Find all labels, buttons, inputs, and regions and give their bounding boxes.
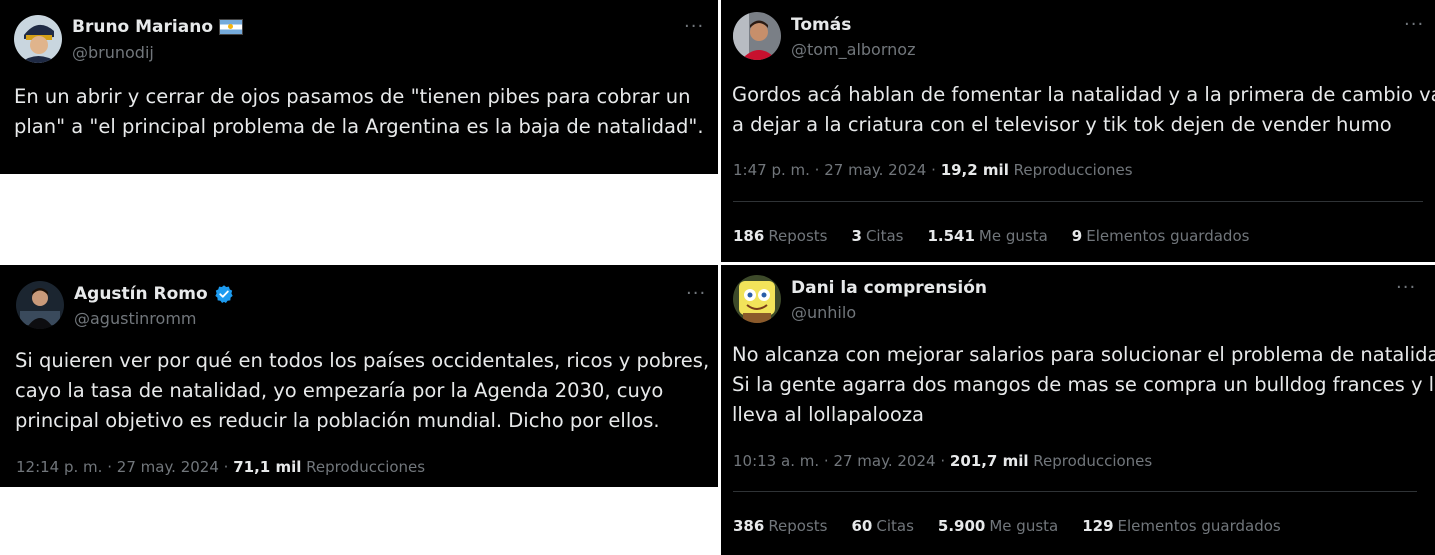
author-handle[interactable]: @unhilo	[791, 303, 856, 322]
tweet-time[interactable]: 1:47 p. m.	[733, 161, 810, 179]
tweet-date[interactable]: 27 may. 2024	[824, 161, 926, 179]
likes-count: 1.541	[927, 227, 975, 245]
reposts-count: 386	[733, 517, 765, 535]
tweet-text-line: Si la gente agarra dos mangos de mas se …	[732, 373, 1435, 396]
tweet-text: En un abrir y cerrar de ojos pasamos de …	[14, 82, 704, 142]
author-name[interactable]: Tomás	[791, 15, 851, 35]
bookmarks-label: Elementos guardados	[1086, 227, 1250, 245]
tweet-text-line: En un abrir y cerrar de ojos pasamos de …	[14, 85, 691, 108]
bookmarks-stat[interactable]: 9 Elementos guardados	[1072, 227, 1250, 245]
avatar[interactable]	[14, 15, 62, 63]
likes-count: 5.900	[937, 517, 986, 535]
quotes-count: 3	[851, 227, 862, 245]
tweet-text-line: No alcanza con mejorar salarios para sol…	[732, 343, 1435, 366]
avatar[interactable]	[16, 281, 64, 329]
tweet-time[interactable]: 10:13 a. m.	[733, 452, 819, 470]
tweet-meta: 10:13 a. m. · 27 may. 2024 · 201,7 mil R…	[733, 452, 1152, 470]
avatar[interactable]	[733, 12, 781, 60]
tweet-meta: 12:14 p. m. · 27 may. 2024 · 71,1 mil Re…	[16, 458, 425, 476]
view-label: Reproducciones	[1033, 452, 1153, 470]
bookmarks-count: 129	[1082, 517, 1114, 535]
quotes-label: Citas	[865, 227, 904, 245]
tweet-text: Gordos acá hablan de fomentar la natalid…	[732, 80, 1435, 140]
tweet-card[interactable]: Agustín Romo @agustinromm ··· Si quieren…	[0, 265, 718, 487]
tweet-text-line: lleva al lollapalooza	[732, 403, 925, 426]
tweet-text: No alcanza con mejorar salarios para sol…	[732, 340, 1435, 430]
tweet-text-line: principal objetivo es reducir la poblaci…	[15, 409, 660, 432]
meta-separator: ·	[823, 452, 829, 470]
author-name-text: Dani la comprensión	[791, 278, 988, 298]
author-handle[interactable]: @agustinromm	[74, 309, 196, 328]
tweet-card[interactable]: Tomás @tom_albornoz ··· Gordos acá habla…	[721, 0, 1435, 262]
bookmarks-stat[interactable]: 129 Elementos guardados	[1082, 517, 1281, 535]
meta-separator: ·	[931, 161, 936, 179]
likes-stat[interactable]: 1.541 Me gusta	[927, 227, 1047, 245]
quotes-stat[interactable]: 60 Citas	[852, 517, 914, 535]
bookmarks-label: Elementos guardados	[1117, 517, 1281, 535]
tweet-text-line: cayo la tasa de natalidad, yo empezaría …	[15, 379, 664, 402]
tweet-text: Si quieren ver por qué en todos los país…	[15, 346, 709, 436]
tweet-text-line: Si quieren ver por qué en todos los país…	[15, 349, 710, 372]
likes-label: Me gusta	[989, 517, 1059, 535]
reposts-label: Reposts	[768, 227, 828, 245]
author-name[interactable]: Bruno Mariano	[72, 17, 243, 37]
engagement-stats: 186 Reposts 3 Citas 1.541 Me gusta 9 Element…	[733, 227, 1249, 245]
quotes-count: 60	[851, 517, 873, 535]
avatar[interactable]	[733, 275, 781, 323]
meta-separator: ·	[107, 458, 112, 476]
tweet-meta: 1:47 p. m. · 27 may. 2024 · 19,2 mil Rep…	[733, 161, 1133, 179]
reposts-label: Reposts	[768, 517, 828, 535]
engagement-stats: 386 Reposts 60 Citas 5.900 Me gusta 129 Elem…	[733, 517, 1281, 535]
tweet-date[interactable]: 27 may. 2024	[833, 452, 935, 470]
tweet-text-line: plan" a "el principal problema de la Arg…	[14, 115, 704, 138]
tweet-card[interactable]: Dani la comprensión @unhilo ··· No alcan…	[721, 265, 1435, 555]
more-options-icon[interactable]: ···	[686, 285, 706, 303]
author-name[interactable]: Agustín Romo	[74, 284, 234, 304]
divider	[733, 491, 1417, 492]
divider	[733, 201, 1423, 202]
tweet-card[interactable]: Bruno Mariano @brunodij ··· En un abrir …	[0, 0, 718, 174]
tweet-text-line: Gordos acá hablan de fomentar la natalid…	[732, 83, 1435, 106]
view-count: 201,7 mil	[949, 452, 1029, 470]
more-options-icon[interactable]: ···	[1396, 279, 1416, 297]
author-name-text: Bruno Mariano	[72, 17, 213, 37]
meta-separator: ·	[223, 458, 229, 476]
view-label: Reproducciones	[306, 458, 426, 476]
more-options-icon[interactable]: ···	[684, 18, 704, 36]
author-name-text: Tomás	[791, 15, 852, 35]
author-handle[interactable]: @brunodij	[72, 43, 154, 62]
argentina-flag-icon	[219, 19, 243, 35]
view-count: 19,2 mil	[940, 161, 1009, 179]
author-name[interactable]: Dani la comprensión	[791, 278, 987, 298]
likes-stat[interactable]: 5.900 Me gusta	[938, 517, 1058, 535]
verified-badge-icon	[215, 285, 233, 303]
quotes-label: Citas	[876, 517, 914, 535]
tweet-time[interactable]: 12:14 p. m.	[16, 458, 102, 476]
meta-separator: ·	[940, 452, 946, 470]
view-label: Reproducciones	[1013, 161, 1133, 179]
reposts-count: 186	[733, 227, 765, 245]
reposts-stat[interactable]: 186 Reposts	[733, 227, 828, 245]
meta-separator: ·	[814, 161, 820, 179]
view-count: 71,1 mil	[233, 458, 302, 476]
more-options-icon[interactable]: ···	[1404, 16, 1424, 34]
reposts-stat[interactable]: 386 Reposts	[733, 517, 828, 535]
author-name-text: Agustín Romo	[74, 284, 208, 304]
quotes-stat[interactable]: 3 Citas	[852, 227, 904, 245]
bookmarks-count: 9	[1071, 227, 1083, 245]
tweet-text-line: a dejar a la criatura con el televisor y…	[732, 113, 1392, 136]
likes-label: Me gusta	[978, 227, 1048, 245]
author-handle[interactable]: @tom_albornoz	[791, 40, 915, 59]
tweet-date[interactable]: 27 may. 2024	[117, 458, 219, 476]
